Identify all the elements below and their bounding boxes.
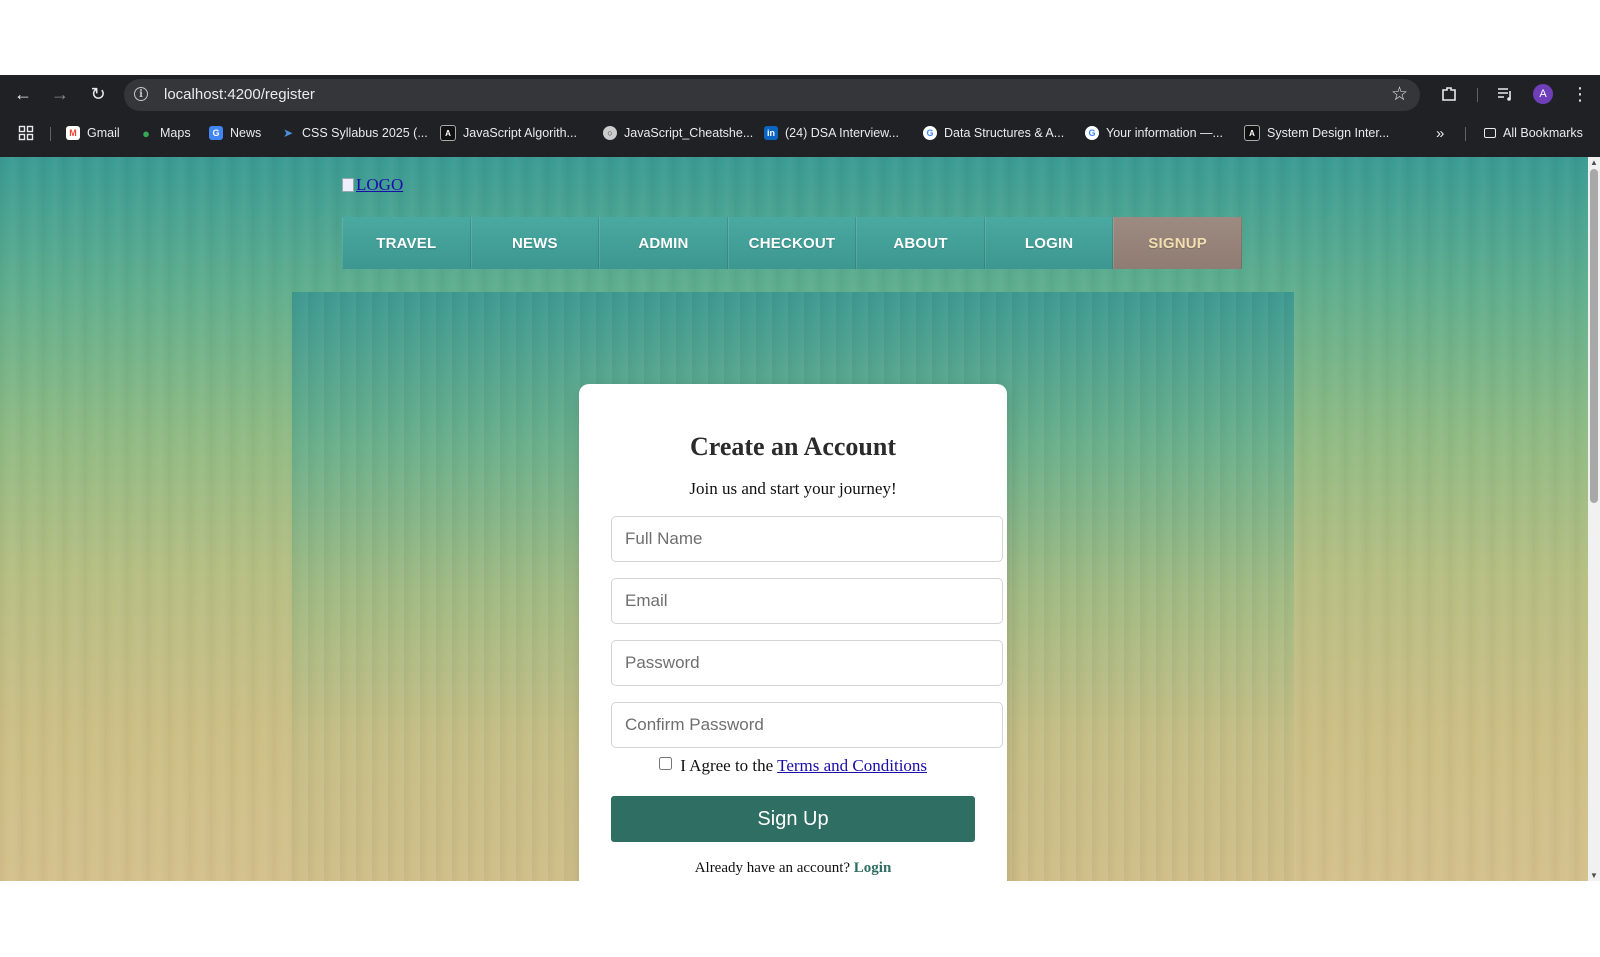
nav-news[interactable]: NEWS — [470, 217, 600, 269]
signup-card: Create an Account Join us and start your… — [579, 384, 1007, 881]
register-panel: Create an Account Join us and start your… — [292, 292, 1294, 881]
terms-link[interactable]: Terms and Conditions — [777, 756, 927, 775]
bookmarks-divider — [50, 127, 51, 141]
bookmark-label: CSS Syllabus 2025 (... — [302, 126, 428, 140]
more-bookmarks-icon[interactable]: » — [1436, 123, 1444, 143]
login-prompt: Already have an account? Login — [579, 860, 1007, 877]
folder-icon — [1484, 128, 1496, 138]
login-link[interactable]: Login — [854, 860, 892, 876]
site-logo[interactable]: LOGO — [342, 175, 403, 195]
agree-label: I Agree to the — [680, 756, 774, 775]
bookmark-label: System Design Inter... — [1267, 126, 1390, 140]
bookmark-label: Gmail — [87, 126, 120, 140]
reload-icon[interactable]: ↻ — [85, 81, 111, 107]
linkedin-icon: in — [764, 126, 778, 140]
bookmark-label: JavaScript Algorith... — [463, 126, 577, 140]
toolbar-divider — [1477, 88, 1478, 102]
bookmark-news[interactable]: G News — [209, 123, 261, 143]
scroll-thumb[interactable] — [1590, 169, 1598, 503]
nav-admin[interactable]: ADMIN — [599, 217, 728, 269]
sysdesign-icon: A — [1244, 125, 1260, 141]
nav-signup[interactable]: SIGNUP — [1113, 217, 1242, 269]
profile-avatar[interactable]: A — [1533, 84, 1553, 104]
maps-icon: ● — [142, 125, 150, 141]
scroll-down-icon[interactable]: ▼ — [1590, 871, 1598, 880]
nav-travel[interactable]: TRAVEL — [342, 217, 471, 269]
google-icon: G — [923, 126, 937, 140]
css-icon: ➤ — [282, 126, 294, 140]
nav-checkout[interactable]: CHECKOUT — [727, 217, 857, 269]
globe-icon: ○ — [603, 126, 617, 140]
broken-image-icon — [342, 178, 354, 192]
all-bookmarks[interactable]: All Bookmarks — [1484, 123, 1583, 143]
back-icon[interactable]: ← — [10, 81, 36, 107]
confirm-password-input[interactable] — [611, 702, 1003, 748]
bookmark-maps[interactable]: ● Maps — [139, 123, 191, 143]
nav-about[interactable]: ABOUT — [856, 217, 985, 269]
bookmark-system-design[interactable]: A System Design Inter... — [1244, 123, 1389, 143]
apps-grid-icon[interactable] — [18, 123, 34, 143]
bookmark-label: (24) DSA Interview... — [785, 126, 899, 140]
already-text: Already have an account? — [694, 860, 851, 876]
address-bar[interactable]: i localhost:4200/register ☆ — [124, 79, 1420, 111]
sign-up-button[interactable]: Sign Up — [611, 796, 975, 842]
bookmark-js-cheatsheet[interactable]: ○ JavaScript_Cheatshe... — [603, 123, 753, 143]
page-scrollbar[interactable]: ▲ ▼ — [1588, 157, 1600, 881]
bookmark-label: News — [230, 126, 262, 140]
main-nav: TRAVEL NEWS ADMIN CHECKOUT ABOUT LOGIN S… — [342, 217, 1242, 269]
bookmark-star-icon[interactable]: ☆ — [1391, 83, 1408, 106]
bookmark-data-structures[interactable]: G Data Structures & A... — [923, 123, 1064, 143]
bookmark-label: Data Structures & A... — [944, 126, 1065, 140]
form-title: Create an Account — [689, 432, 897, 461]
bookmark-gmail[interactable]: M Gmail — [66, 123, 120, 143]
media-controls-icon[interactable] — [1492, 81, 1518, 107]
bookmark-label: Your information —... — [1106, 126, 1223, 140]
google-icon: G — [1085, 126, 1099, 140]
js-algo-icon: A — [440, 125, 456, 141]
bookmarks-divider — [1465, 127, 1466, 141]
form-subtitle: Join us and start your journey! — [689, 479, 897, 498]
address-url[interactable]: localhost:4200/register — [164, 86, 315, 103]
terms-row: I Agree to the Terms and Conditions — [579, 756, 1007, 776]
bookmark-js-algorithms[interactable]: A JavaScript Algorith... — [440, 123, 577, 143]
forward-icon[interactable]: → — [47, 81, 73, 107]
bookmarks-bar: M Gmail ● Maps G News ➤ CSS Syllabus 202… — [0, 118, 1600, 148]
bookmark-dsa-interview[interactable]: in (24) DSA Interview... — [764, 123, 899, 143]
logo-alt-text[interactable]: LOGO — [356, 175, 403, 195]
extensions-icon[interactable] — [1436, 81, 1462, 107]
gmail-icon: M — [66, 126, 80, 140]
news-icon: G — [209, 126, 223, 140]
browser-chrome: ← → ↻ i localhost:4200/register ☆ A ⋮ M … — [0, 75, 1600, 157]
nav-login[interactable]: LOGIN — [984, 217, 1114, 269]
bookmark-label: JavaScript_Cheatshe... — [624, 126, 754, 140]
browser-toolbar: ← → ↻ i localhost:4200/register ☆ A ⋮ — [0, 75, 1600, 113]
site-info-icon[interactable]: i — [134, 87, 148, 101]
page-viewport: LOGO TRAVEL NEWS ADMIN CHECKOUT ABOUT LO… — [0, 157, 1588, 881]
bookmark-css-syllabus[interactable]: ➤ CSS Syllabus 2025 (... — [281, 123, 428, 143]
bookmark-label: Maps — [160, 126, 191, 140]
full-name-input[interactable] — [611, 516, 1003, 562]
all-bookmarks-label: All Bookmarks — [1503, 126, 1583, 140]
email-input[interactable] — [611, 578, 1003, 624]
scroll-up-icon[interactable]: ▲ — [1590, 158, 1598, 167]
bookmark-your-information[interactable]: G Your information —... — [1085, 123, 1223, 143]
browser-menu-icon[interactable]: ⋮ — [1567, 81, 1593, 107]
password-input[interactable] — [611, 640, 1003, 686]
terms-checkbox[interactable] — [658, 757, 672, 770]
